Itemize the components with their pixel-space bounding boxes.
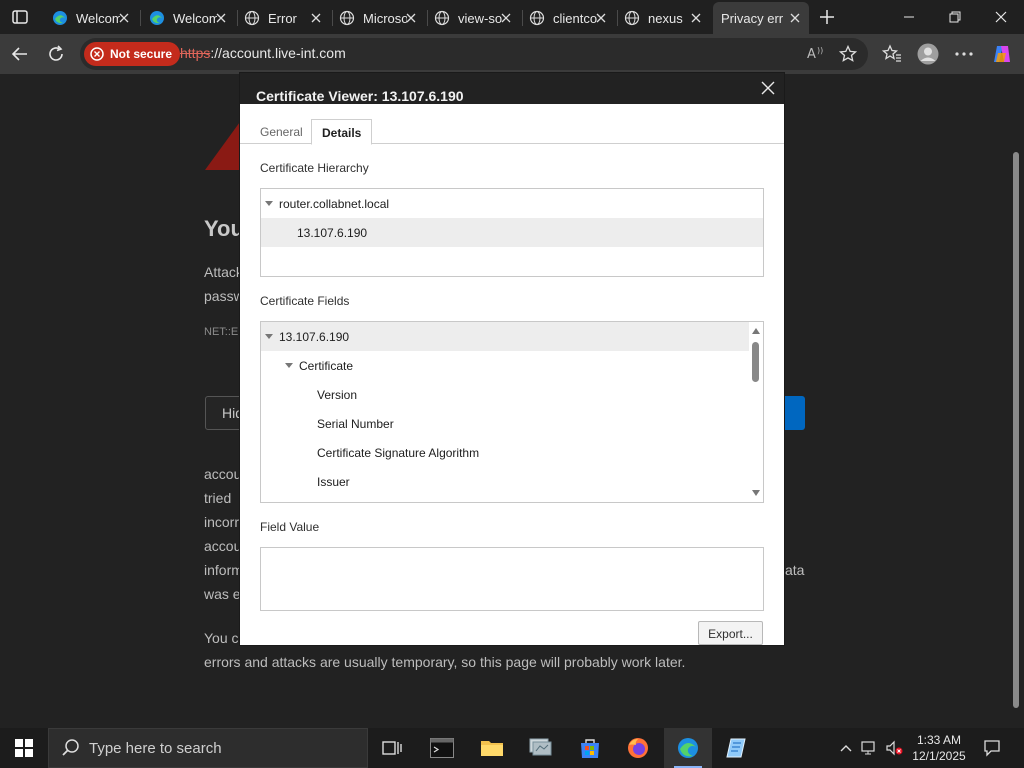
tab-error[interactable]: Error	[236, 4, 330, 32]
tab-strip: Welcome Welcome Error Microsoft view-sou…	[0, 0, 1024, 34]
chevron-up-icon[interactable]	[836, 738, 856, 758]
globe-icon	[434, 10, 450, 26]
field-item[interactable]: Version	[261, 380, 749, 409]
edge-icon	[149, 10, 165, 26]
minimize-button[interactable]	[886, 0, 932, 34]
address-bar[interactable]: Not secure https://account.live-int.com …	[80, 38, 868, 70]
fields-scrollbar[interactable]	[749, 322, 763, 502]
tab-nexus[interactable]: nexus	[616, 4, 710, 32]
svg-text:)): ))	[817, 46, 823, 55]
dialog-tabs: General Details	[240, 119, 784, 145]
close-tab-icon[interactable]	[787, 10, 803, 26]
globe-icon	[624, 10, 640, 26]
expand-caret-icon[interactable]	[285, 363, 293, 368]
field-item[interactable]: Serial Number	[261, 409, 749, 438]
remote-desktop-icon[interactable]	[516, 728, 564, 768]
close-window-button[interactable]	[978, 0, 1024, 34]
globe-icon	[339, 10, 355, 26]
close-dialog-icon[interactable]	[758, 78, 778, 98]
tab-clientconfig[interactable]: clientconfig	[521, 4, 615, 32]
field-value-box[interactable]	[260, 547, 764, 611]
read-aloud-icon[interactable]: A))	[806, 44, 826, 64]
field-item[interactable]: 13.107.6.190	[261, 322, 749, 351]
restore-button[interactable]	[932, 0, 978, 34]
dialog-title: Certificate Viewer: 13.107.6.190	[256, 88, 464, 104]
taskbar-clock[interactable]: 1:33 AM 12/1/2025	[908, 732, 970, 764]
close-tab-icon[interactable]	[403, 10, 419, 26]
page-heading: You	[204, 216, 244, 241]
notes-app-icon[interactable]	[712, 728, 760, 768]
tab-privacy-error[interactable]: Privacy error	[713, 2, 809, 34]
expand-caret-icon[interactable]	[265, 334, 273, 339]
windows-start-icon[interactable]	[0, 728, 48, 768]
favorites-icon[interactable]	[880, 42, 904, 66]
scroll-down-arrow-icon[interactable]	[752, 490, 760, 496]
edge-icon	[52, 10, 68, 26]
firefox-icon[interactable]	[614, 728, 662, 768]
scroll-up-arrow-icon[interactable]	[752, 328, 760, 334]
notifications-icon[interactable]	[982, 738, 1002, 758]
field-item[interactable]: Certificate	[261, 351, 749, 380]
hierarchy-label: Certificate Hierarchy	[260, 161, 369, 175]
tab-actions-icon[interactable]	[8, 5, 32, 29]
tab-general[interactable]: General	[250, 119, 313, 144]
shield-warning-icon	[90, 47, 104, 61]
tab-view-source[interactable]: view-source	[426, 4, 520, 32]
profile-avatar-icon[interactable]	[916, 42, 940, 66]
close-tab-icon[interactable]	[593, 10, 609, 26]
network-icon[interactable]	[860, 738, 880, 758]
volume-muted-icon[interactable]	[884, 738, 904, 758]
field-value-label: Field Value	[260, 520, 320, 534]
back-arrow-icon[interactable]	[8, 42, 32, 66]
tree-item-leaf[interactable]: 13.107.6.190	[261, 218, 763, 247]
export-button[interactable]: Export...	[698, 621, 763, 645]
task-view-icon[interactable]	[368, 728, 416, 768]
browser-toolbar: Not secure https://account.live-int.com …	[0, 34, 1024, 74]
field-item[interactable]: Certificate Signature Algorithm	[261, 438, 749, 467]
tab-microsoft[interactable]: Microsoft	[331, 4, 425, 32]
more-options-icon[interactable]	[952, 42, 976, 66]
close-tab-icon[interactable]	[688, 10, 704, 26]
close-tab-icon[interactable]	[498, 10, 514, 26]
certificate-viewer-dialog: Certificate Viewer: 13.107.6.190 General…	[240, 73, 784, 645]
page-scrollbar-thumb[interactable]	[1013, 152, 1019, 708]
svg-text:A: A	[807, 47, 816, 62]
close-tab-icon[interactable]	[213, 10, 229, 26]
globe-icon	[244, 10, 260, 26]
tab-details[interactable]: Details	[311, 119, 373, 145]
expand-caret-icon[interactable]	[265, 201, 273, 206]
taskbar: Type here to search 1:33 AM 12/1/2025	[0, 728, 1024, 768]
certificate-fields-tree[interactable]: 13.107.6.190 Certificate Version Serial …	[260, 321, 764, 503]
certificate-hierarchy-tree[interactable]: router.collabnet.local 13.107.6.190	[260, 188, 764, 277]
close-tab-icon[interactable]	[308, 10, 324, 26]
taskbar-search[interactable]: Type here to search	[48, 728, 368, 768]
tab-welcome-1[interactable]: Welcome	[44, 4, 138, 32]
globe-icon	[529, 10, 545, 26]
new-tab-button[interactable]	[816, 6, 838, 28]
file-explorer-icon[interactable]	[468, 728, 516, 768]
tree-item-root[interactable]: router.collabnet.local	[261, 189, 763, 218]
copilot-icon[interactable]	[990, 42, 1014, 66]
fields-label: Certificate Fields	[260, 294, 350, 308]
fields-scrollbar-thumb[interactable]	[752, 342, 759, 382]
microsoft-store-icon[interactable]	[566, 728, 614, 768]
page-scrollbar[interactable]	[1012, 152, 1020, 714]
close-tab-icon[interactable]	[116, 10, 132, 26]
terminal-icon[interactable]	[418, 728, 466, 768]
not-secure-badge[interactable]: Not secure	[84, 42, 181, 66]
refresh-icon[interactable]	[44, 42, 68, 66]
field-item[interactable]: Issuer	[261, 467, 749, 496]
url-text[interactable]: https://account.live-int.com	[180, 45, 346, 61]
search-icon	[61, 738, 81, 758]
favorite-star-icon[interactable]	[838, 44, 858, 64]
edge-icon[interactable]	[664, 728, 712, 768]
tab-welcome-2[interactable]: Welcome	[141, 4, 235, 32]
